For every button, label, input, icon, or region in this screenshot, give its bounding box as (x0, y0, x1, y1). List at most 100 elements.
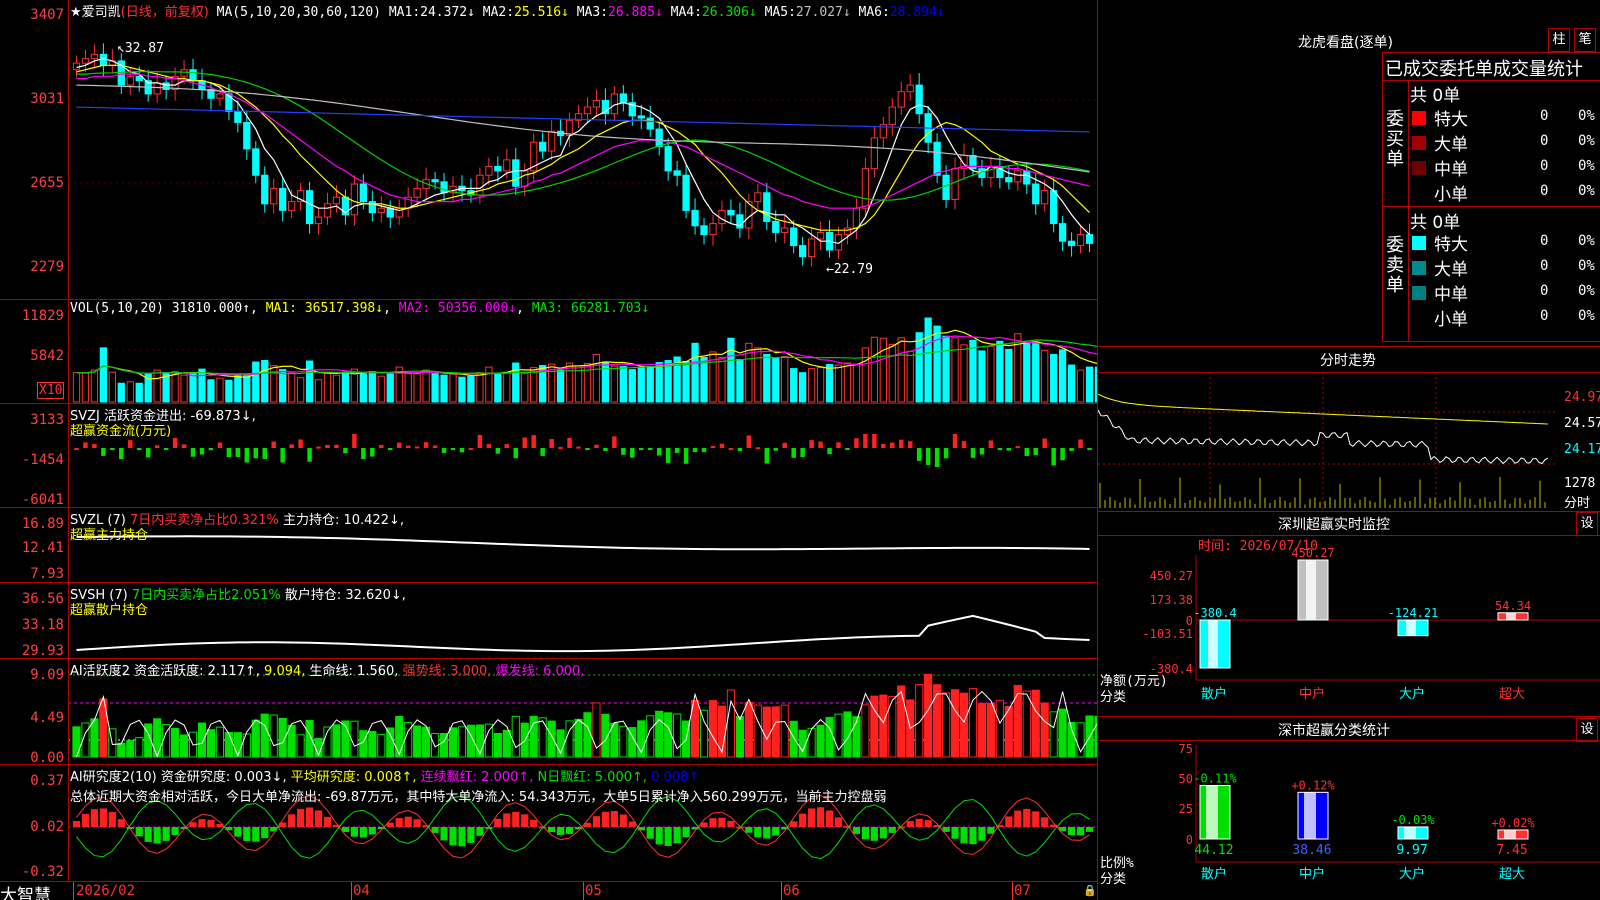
vol-unit-box[interactable]: X10 (37, 382, 65, 399)
volume-bar (216, 377, 224, 403)
bar-mode-button[interactable]: 柱 (1548, 28, 1570, 52)
kline-chart[interactable] (0, 0, 1098, 900)
svsh-y-tick: 33.18 (21, 617, 64, 633)
svzl-subtitle: 超赢主力持仓 (70, 528, 149, 543)
candle-body (216, 93, 224, 99)
buy-total: 共 0单 (1410, 86, 1461, 106)
fund-flow-bar (522, 437, 527, 448)
activity-bar (72, 726, 81, 758)
activity-bar (986, 702, 995, 758)
candle-body (512, 159, 520, 187)
ai-active-y-tick: 0.00 (30, 750, 64, 766)
activity-bar (968, 688, 978, 758)
buy-side-label: 委买单 (1386, 109, 1404, 170)
sz-class-settings-button[interactable]: 设 (1576, 718, 1598, 742)
activity-bar (448, 727, 458, 758)
activity-bar (744, 701, 753, 758)
candle-body (476, 174, 484, 196)
activity-bar (735, 716, 744, 758)
lock-icon[interactable]: 🔒 (1083, 884, 1097, 897)
fund-flow-bar (235, 448, 241, 457)
fund-flow-bar (1051, 448, 1056, 466)
order-percent: 0% (1578, 183, 1595, 199)
svsh-subtitle: 超赢散户持仓 (70, 603, 149, 618)
candle-body (583, 106, 592, 115)
activity-bar (574, 718, 583, 758)
fund-flow-bar (145, 448, 151, 458)
fund-flow-bar (181, 444, 187, 448)
research-bar (243, 827, 251, 841)
fund-flow-bar (1033, 448, 1038, 455)
volume-bar (1050, 353, 1058, 403)
research-bar (350, 827, 358, 837)
dragon-header: 已成交委托单成交量统计 (1385, 59, 1583, 80)
activity-bar (897, 685, 906, 758)
fund-flow-bar (504, 444, 510, 448)
sz-monitor-chart[interactable]: 450.27173.380-103.51-380.4时间: 2026/07/10… (1098, 535, 1600, 715)
research-bar (655, 827, 663, 845)
fund-flow-bar (388, 448, 393, 450)
fund-flow-bar (74, 448, 79, 450)
stock-name[interactable]: ★爱司凯 (70, 5, 121, 20)
activity-bar (1040, 702, 1049, 758)
fund-flow-bar (298, 439, 303, 448)
volume-bar (933, 325, 941, 403)
fund-flow-bar (289, 444, 294, 448)
chart-mode[interactable]: (日线，前复权) (121, 5, 209, 20)
volume-bar (503, 371, 511, 403)
fund-flow-bar (701, 448, 707, 452)
fund-flow-bar (791, 448, 796, 458)
research-bar (646, 827, 654, 839)
candle-body (1032, 183, 1040, 205)
fund-flow-bar (621, 448, 626, 455)
fund-flow-bar (441, 448, 447, 454)
activity-bar (224, 731, 233, 758)
order-count: 0 (1540, 158, 1549, 174)
legend-swatch (1412, 286, 1426, 300)
fund-flow-bar (244, 448, 250, 463)
sz-monitor-settings-button[interactable]: 设 (1576, 512, 1598, 536)
volume-bar (637, 367, 645, 403)
candle-body (494, 165, 502, 172)
fund-flow-bar (943, 448, 949, 459)
volume-bar (207, 379, 215, 403)
volume-bar (279, 369, 287, 403)
research-bar (1023, 808, 1031, 827)
candle-body (153, 82, 161, 95)
tick-mode-button[interactable]: 笔 (1574, 28, 1596, 52)
activity-bar (655, 710, 664, 758)
activity-bar (959, 692, 969, 758)
candle-body (332, 196, 341, 205)
candle-body (619, 93, 627, 104)
research-bar (565, 827, 574, 834)
sz-class-chart[interactable]: 75 50 25 0 时间: 2026/07/10 比例%分类 -0.11% 44.12 散户 +… (1098, 740, 1600, 900)
fund-flow-bar (370, 448, 375, 457)
candle-body (314, 216, 323, 225)
main-chart-header: ★爱司凯(日线，前复权) MA(5,10,20,30,60,120) MA1:2… (70, 1, 945, 20)
fund-flow-bar (737, 448, 743, 452)
vol-header: VOL(5,10,20) 31810.000↑, MA1: 36517.398↓… (70, 301, 650, 316)
volume-bar (691, 342, 699, 403)
fund-flow-bar (890, 442, 895, 448)
class-delta: -0.03% (1391, 813, 1435, 827)
volume-bar (888, 343, 896, 403)
research-bar (951, 827, 959, 839)
fund-flow-bar (558, 446, 563, 449)
fund-flow-bar (800, 448, 805, 457)
legend-swatch (1412, 236, 1426, 250)
order-size-label: 特大 (1434, 110, 1468, 130)
ma-value: MA6: (858, 5, 890, 20)
fund-flow-bar (172, 437, 178, 448)
fund-flow-bar (782, 442, 787, 448)
volume-bar (1058, 349, 1067, 403)
candle-body (261, 174, 269, 205)
activity-bar (726, 689, 736, 758)
monitor-category: 大户 (1399, 686, 1425, 702)
volume-bar (825, 364, 834, 403)
intraday-chart[interactable] (1098, 372, 1558, 510)
activity-bar (395, 715, 404, 758)
candlestick-chart[interactable] (0, 0, 1098, 900)
main-y-tick: 2279 (30, 259, 64, 275)
candle-body (243, 121, 251, 150)
order-count: 0 (1540, 233, 1549, 249)
